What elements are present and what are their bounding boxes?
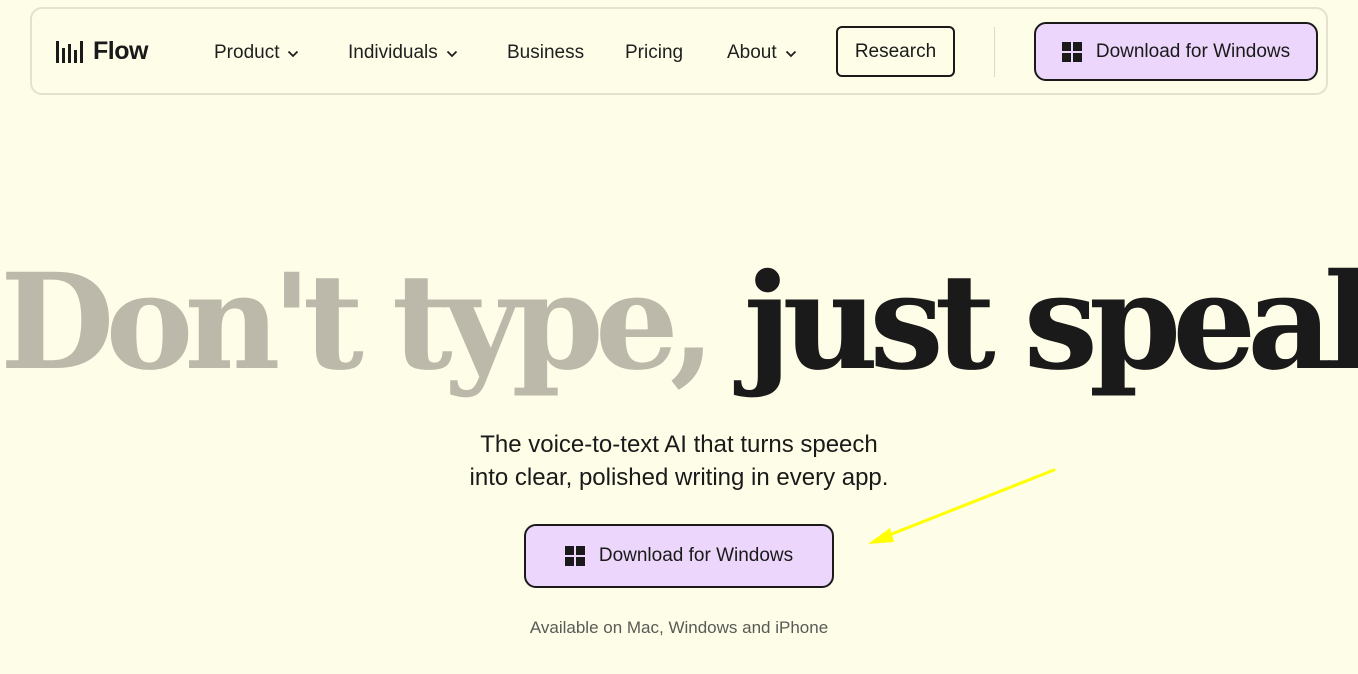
hero-download-windows-button[interactable]: Download for Windows [524,524,834,588]
hero-subtitle-line-1: The voice-to-text AI that turns speech [480,431,878,458]
nav-divider [994,27,995,77]
nav-individuals-label: Individuals [348,42,438,63]
hero-headline-muted: Don't type, [0,245,716,400]
nav-pricing[interactable]: Pricing [625,9,683,97]
nav-about[interactable]: About [727,9,797,97]
arrow-icon [868,468,1056,544]
nav-business-label: Business [507,42,585,63]
top-navbar: Flow Product Individuals Business Pricin… [30,7,1328,95]
research-button-label: Research [854,40,937,62]
research-button[interactable]: Research [836,26,955,77]
availability-note: Available on Mac, Windows and iPhone [529,618,829,637]
nav-download-label: Download for Windows [1095,40,1291,62]
logo-text: Flow [93,37,148,65]
audio-bars-icon [56,40,83,63]
hero-headline-strong: just speak [743,245,1358,400]
nav-product[interactable]: Product [214,9,299,97]
hero-download-label: Download for Windows [598,545,794,566]
hero-headline: Don't type, just speak [0,228,1358,418]
nav-product-label: Product [214,42,280,63]
chevron-down-icon [785,50,796,58]
windows-logo-icon [1061,41,1082,62]
nav-about-label: About [727,42,777,63]
chevron-down-icon [288,50,299,58]
chevron-down-icon [446,50,457,58]
windows-logo-icon [564,546,585,566]
nav-business[interactable]: Business [507,9,584,97]
nav-individuals[interactable]: Individuals [348,9,458,97]
nav-pricing-label: Pricing [625,42,684,63]
nav-download-windows-button[interactable]: Download for Windows [1034,22,1318,81]
flow-logo[interactable]: Flow [55,37,148,66]
